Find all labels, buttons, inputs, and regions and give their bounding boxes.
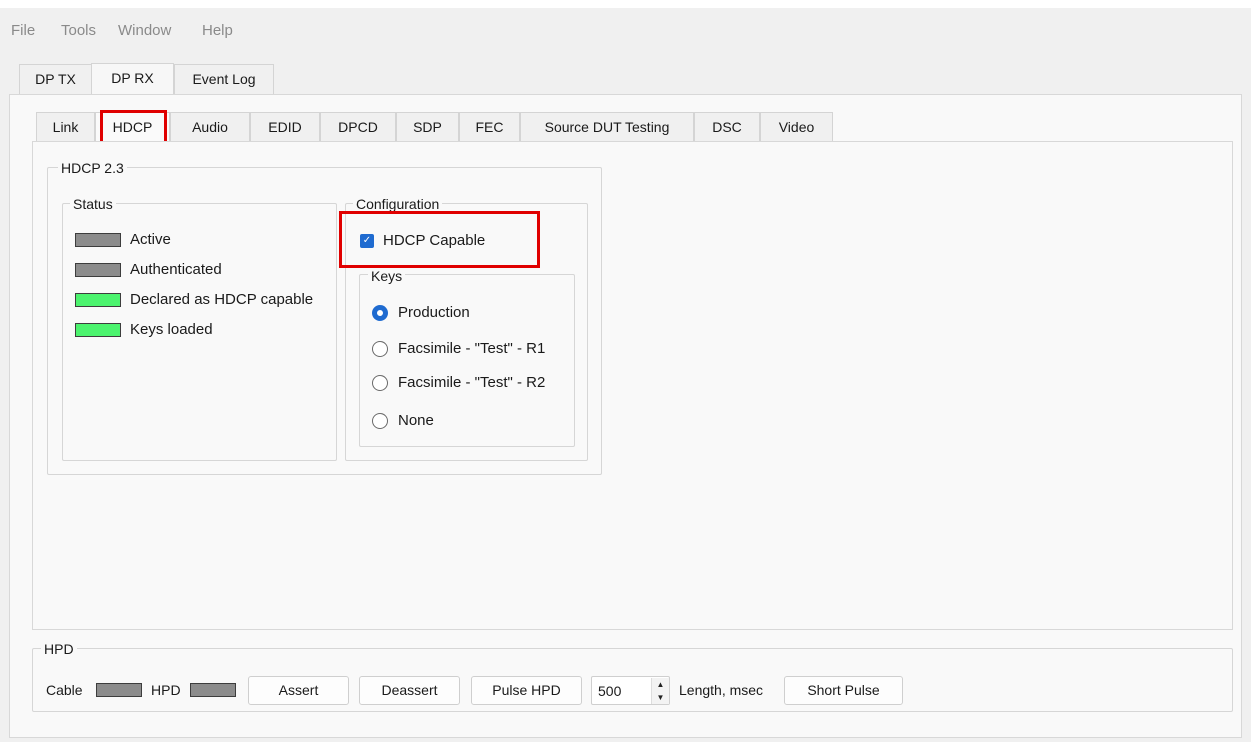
status-group-title: Status [70, 196, 116, 212]
radio-none-label[interactable]: None [398, 412, 434, 429]
tab-video[interactable]: Video [760, 112, 833, 142]
keys-group [359, 274, 575, 447]
hpd-indicator [190, 683, 236, 697]
cable-indicator [96, 683, 142, 697]
short-pulse-button[interactable]: Short Pulse [784, 676, 903, 705]
authenticated-label: Authenticated [130, 261, 222, 278]
hpd-label: HPD [151, 682, 181, 698]
radio-none[interactable] [372, 413, 388, 429]
tab-dsc[interactable]: DSC [694, 112, 760, 142]
tab-edid[interactable]: EDID [250, 112, 320, 142]
active-label: Active [130, 231, 171, 248]
radio-facsimile-r2[interactable] [372, 375, 388, 391]
length-label: Length, msec [679, 682, 764, 698]
menu-tools[interactable]: Tools [61, 22, 96, 39]
hdcp-capable-label[interactable]: HDCP Capable [383, 232, 485, 249]
tab-event-log[interactable]: Event Log [174, 64, 274, 94]
assert-button[interactable]: Assert [248, 676, 349, 705]
tab-sdp[interactable]: SDP [396, 112, 459, 142]
keys-group-title: Keys [368, 268, 406, 284]
tab-fec[interactable]: FEC [459, 112, 520, 142]
keys-loaded-indicator [75, 323, 121, 337]
hpd-group-title: HPD [41, 641, 77, 657]
radio-production[interactable] [372, 305, 388, 321]
declared-capable-label: Declared as HDCP capable [130, 291, 314, 308]
menu-file[interactable]: File [11, 22, 35, 39]
tab-audio[interactable]: Audio [170, 112, 250, 142]
radio-facsimile-r1-label[interactable]: Facsimile - "Test" - R1 [398, 340, 545, 357]
tab-dpcd[interactable]: DPCD [320, 112, 396, 142]
length-spinbox[interactable]: 500 ▲ ▼ [591, 676, 670, 705]
tab-dp-rx[interactable]: DP RX [91, 63, 174, 94]
configuration-group-title: Configuration [353, 196, 443, 212]
authenticated-indicator [75, 263, 121, 277]
keys-loaded-label: Keys loaded [130, 321, 213, 338]
tab-dp-tx[interactable]: DP TX [19, 64, 92, 94]
menu-bar: File Tools Window Help [0, 8, 1251, 46]
tab-hdcp[interactable]: HDCP [95, 112, 170, 142]
pulse-hpd-button[interactable]: Pulse HPD [471, 676, 582, 705]
radio-facsimile-r2-label[interactable]: Facsimile - "Test" - R2 [398, 374, 545, 391]
deassert-button[interactable]: Deassert [359, 676, 460, 705]
menu-window[interactable]: Window [118, 22, 171, 39]
hdcp-group-title: HDCP 2.3 [58, 160, 127, 176]
tab-source-dut-testing[interactable]: Source DUT Testing [520, 112, 694, 142]
active-indicator [75, 233, 121, 247]
tab-link[interactable]: Link [36, 112, 95, 142]
cable-label: Cable [46, 682, 83, 698]
declared-capable-indicator [75, 293, 121, 307]
radio-production-label[interactable]: Production [398, 304, 470, 321]
length-value[interactable]: 500 [598, 683, 621, 699]
hdcp-capable-checkbox[interactable]: ✓ [360, 234, 374, 248]
menu-help[interactable]: Help [202, 22, 233, 39]
spin-up-icon[interactable]: ▲ [651, 678, 669, 691]
radio-facsimile-r1[interactable] [372, 341, 388, 357]
top-strip [0, 0, 1251, 8]
spin-down-icon[interactable]: ▼ [651, 691, 669, 704]
